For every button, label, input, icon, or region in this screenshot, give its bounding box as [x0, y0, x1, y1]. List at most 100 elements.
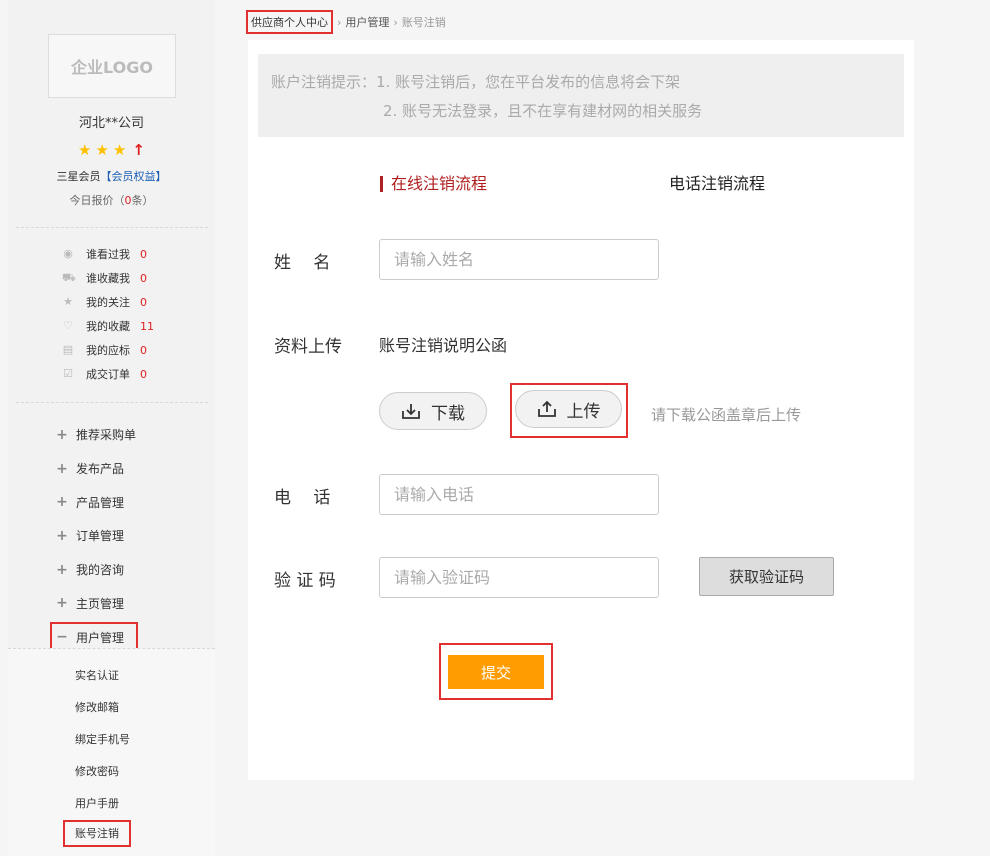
submit-button[interactable]: 提交: [448, 655, 544, 689]
menu-label: 发布产品: [76, 462, 125, 477]
upload-button[interactable]: 上传: [515, 390, 622, 428]
phone-input[interactable]: [379, 474, 659, 515]
divider: [16, 227, 208, 228]
menu-item-homepage-management[interactable]: + 主页管理: [56, 586, 138, 620]
breadcrumb-home[interactable]: 供应商个人中心: [246, 10, 333, 34]
menu-label: 我的咨询: [76, 563, 125, 578]
member-stars: ★ ★ ★ ↑: [78, 142, 145, 158]
breadcrumb: 供应商个人中心 › 用户管理 › 账号注销: [246, 10, 446, 34]
stat-count: 0: [140, 367, 147, 381]
quote-count: 0: [124, 194, 132, 207]
cancellation-notice: 账户注销提示：1. 账号注销后，您在平台发布的信息将会下架 2. 账号无法登录，…: [258, 54, 904, 137]
star-icon: ★: [95, 141, 109, 159]
menu-item-order-management[interactable]: + 订单管理: [56, 519, 138, 553]
stat-label: 成交订单: [86, 368, 130, 381]
breadcrumb-current: 账号注销: [401, 16, 446, 29]
stat-label: 我的应标: [86, 344, 130, 357]
check-icon: ☑: [63, 367, 73, 380]
stat-item-orders[interactable]: ☑ 成交订单 0: [62, 362, 154, 386]
notice-line-1: 账户注销提示：1. 账号注销后，您在平台发布的信息将会下架: [271, 73, 681, 91]
eye-icon: ◉: [63, 247, 73, 260]
verification-code-input[interactable]: [379, 557, 659, 598]
plus-icon: +: [56, 460, 68, 477]
sub-item-real-name-auth[interactable]: 实名认证: [75, 667, 119, 683]
sidebar: 企业LOGO 河北**公司 ★ ★ ★ ↑ 三星会员【会员权益】 今日报价（0条…: [8, 0, 215, 856]
upload-label: 上传: [566, 401, 601, 422]
quote-prefix: 今日报价（: [69, 194, 125, 207]
company-name: 河北**公司: [78, 116, 144, 131]
star-icon: ★: [78, 141, 92, 159]
plus-icon: +: [56, 595, 68, 612]
submit-highlight: 提交: [439, 643, 553, 700]
breadcrumb-user-management[interactable]: 用户管理: [345, 14, 389, 30]
sub-menu: 实名认证 修改邮箱 绑定手机号 修改密码 用户手册 账号注销: [8, 648, 215, 856]
download-icon: [402, 404, 420, 419]
upload-hint: 请下载公函盖章后上传: [651, 406, 802, 424]
document-icon: ▤: [62, 343, 74, 356]
member-level-text: 三星会员: [56, 170, 101, 183]
menu-label: 用户管理: [76, 630, 125, 645]
stat-item-following[interactable]: ★ 我的关注 0: [62, 290, 154, 314]
sub-item-change-email[interactable]: 修改邮箱: [75, 699, 119, 715]
company-logo: 企业LOGO: [48, 34, 176, 98]
plus-icon: +: [56, 527, 68, 544]
menu-label: 推荐采购单: [76, 428, 137, 443]
verification-code-label: 验 证 码: [274, 571, 336, 591]
menu-item-my-inquiries[interactable]: + 我的咨询: [56, 553, 138, 587]
menu-label: 产品管理: [76, 495, 125, 510]
stat-count: 11: [140, 319, 154, 333]
stat-item-my-bids[interactable]: ▤ 我的应标 0: [62, 338, 154, 362]
stat-label: 谁看过我: [86, 248, 130, 261]
upload-document-name: 账号注销说明公函: [379, 336, 508, 355]
menu-label: 主页管理: [76, 596, 125, 611]
menu-item-recommended-purchases[interactable]: + 推荐采购单: [56, 418, 138, 452]
stat-list: ◉ 谁看过我 0 ⛟ 谁收藏我 0 ★ 我的关注 0 ♡ 我的收藏 11 ▤ 我…: [62, 242, 154, 386]
stat-label: 我的收藏: [86, 320, 130, 333]
quote-suffix: 条）: [131, 194, 154, 207]
plus-icon: +: [56, 561, 68, 578]
menu-item-publish-product[interactable]: + 发布产品: [56, 452, 138, 486]
tab-online-cancellation[interactable]: 在线注销流程: [380, 176, 487, 192]
stat-item-favorited-me[interactable]: ⛟ 谁收藏我 0: [62, 266, 154, 290]
notice-line-2: 2. 账号无法登录，且不在享有建材网的相关服务: [383, 102, 703, 120]
name-label: 姓 名: [274, 253, 331, 273]
stat-count: 0: [140, 343, 147, 357]
upgrade-arrow-icon[interactable]: ↑: [132, 142, 145, 158]
star-icon: ★: [112, 141, 127, 159]
sub-item-change-password[interactable]: 修改密码: [75, 763, 119, 779]
logo-text: 企业LOGO: [71, 58, 153, 77]
heart-icon: ♡: [63, 319, 73, 332]
divider: [16, 402, 208, 403]
menu-item-product-management[interactable]: + 产品管理: [56, 485, 138, 519]
stat-label: 我的关注: [86, 296, 130, 309]
stat-item-viewed[interactable]: ◉ 谁看过我 0: [62, 242, 154, 266]
stat-count: 0: [140, 271, 147, 285]
upload-label: 资料上传: [274, 337, 342, 357]
minus-icon: −: [56, 629, 68, 646]
plus-icon: +: [56, 426, 68, 443]
breadcrumb-separator: ›: [337, 15, 342, 29]
download-label: 下载: [431, 403, 465, 424]
today-quote: 今日报价（0条）: [8, 192, 215, 208]
download-button[interactable]: 下载: [379, 392, 487, 430]
star-icon: ★: [63, 295, 73, 308]
stat-label: 谁收藏我: [86, 272, 130, 285]
plus-icon: +: [56, 494, 68, 511]
main-panel: 账户注销提示：1. 账号注销后，您在平台发布的信息将会下架 2. 账号无法登录，…: [248, 40, 914, 780]
sub-item-account-cancellation[interactable]: 账号注销: [63, 820, 131, 847]
member-benefits-link[interactable]: 【会员权益】: [101, 170, 167, 183]
name-input[interactable]: [379, 239, 659, 280]
phone-label: 电 话: [274, 488, 331, 508]
sub-item-bind-phone[interactable]: 绑定手机号: [75, 731, 130, 747]
stat-count: 0: [140, 295, 147, 309]
stat-count: 0: [140, 247, 147, 261]
sub-item-user-manual[interactable]: 用户手册: [75, 795, 119, 811]
sidebar-menu: + 推荐采购单 + 发布产品 + 产品管理 + 订单管理 + 我的咨询 + 主页…: [50, 418, 138, 653]
upload-icon: [537, 400, 556, 417]
stat-item-my-favorites[interactable]: ♡ 我的收藏 11: [62, 314, 154, 338]
member-level: 三星会员【会员权益】: [8, 168, 215, 184]
cart-icon: ⛟: [62, 271, 76, 284]
get-verification-code-button[interactable]: 获取验证码: [699, 557, 834, 596]
breadcrumb-separator: ›: [393, 15, 398, 29]
tab-phone-cancellation[interactable]: 电话注销流程: [669, 176, 765, 192]
